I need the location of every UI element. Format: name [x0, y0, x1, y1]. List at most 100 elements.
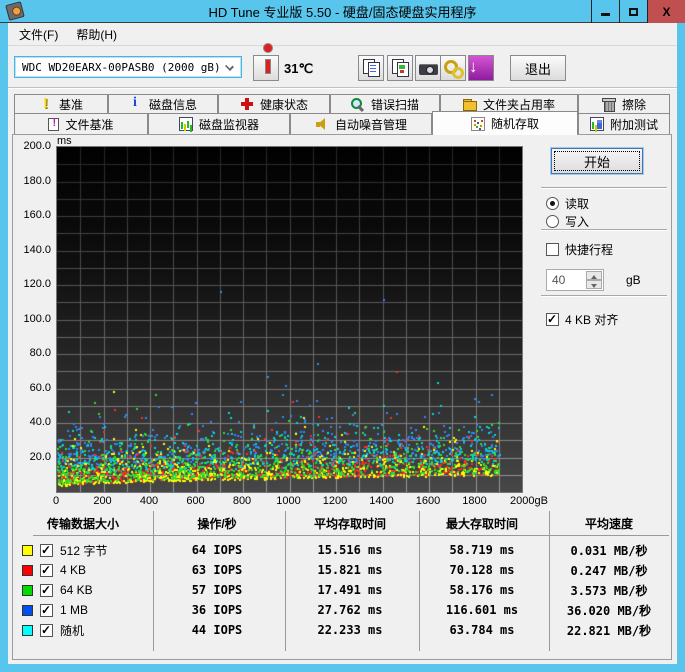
x-axis-tick-label: 600	[186, 495, 205, 507]
series-checkbox[interactable]	[40, 603, 53, 617]
menu-file[interactable]: 文件(F)	[10, 23, 67, 46]
series-color-swatch	[22, 624, 33, 636]
y-axis-tick-label: 80.0	[29, 347, 51, 359]
table-value-cell: 22.821 MB/秒	[566, 623, 652, 638]
tab-health[interactable]: 健康状态	[218, 94, 330, 114]
tab-label: 磁盘监视器	[198, 117, 259, 132]
series-checkbox[interactable]	[40, 583, 53, 597]
radio-dot-icon	[546, 197, 559, 210]
tab-random-access[interactable]: 随机存取	[432, 111, 578, 135]
drive-select-value: WDC WD20EARX-00PASB0 (2000 gB)	[22, 60, 221, 74]
maximize-button[interactable]	[619, 0, 647, 23]
folder-icon	[462, 97, 477, 111]
table-value-cell: 36.020 MB/秒	[566, 603, 652, 618]
series-label: 64 KB	[60, 583, 93, 597]
save-button[interactable]	[468, 55, 494, 81]
radio-dot-icon	[546, 215, 559, 228]
table-value-cell: 58.176 ms	[449, 583, 515, 597]
scatter-plot	[56, 146, 523, 493]
table-value-cell: 15.516 ms	[317, 543, 383, 557]
temperature-button[interactable]	[253, 55, 279, 81]
maximize-icon	[629, 7, 638, 16]
copy-text-button[interactable]	[358, 55, 384, 81]
short-stroke-size-input[interactable]: 40	[546, 269, 604, 291]
x-axis-tick-label: 1200	[322, 495, 348, 507]
y-axis-tick-label: 60.0	[29, 381, 51, 394]
short-stroke-checkbox-row: 快捷行程	[546, 241, 613, 258]
tab-row-2: 文件基准 磁盘监视器 自动噪音管理 随机存取 附加测试	[14, 111, 670, 135]
close-icon: X	[662, 4, 671, 19]
tab-aam[interactable]: 自动噪音管理	[290, 113, 432, 135]
table-row: 4 KB 63 IOPS 15.821 ms 70.128 ms 0.247 MB/秒	[15, 560, 671, 580]
x-axis-tick-label: 0	[52, 495, 60, 507]
table-row: 64 KB 57 IOPS 17.491 ms 58.176 ms 3.573 MB/秒	[15, 580, 671, 600]
align-4kb-label: 4 KB 对齐	[565, 313, 619, 327]
tab-label: 磁盘信息	[148, 97, 197, 112]
series-label: 随机	[60, 623, 85, 638]
write-radio-label: 写入	[565, 215, 590, 229]
y-axis-tick-label: 40.0	[29, 416, 51, 428]
info-icon	[129, 95, 143, 111]
table-value-cell: 116.601 ms	[445, 603, 519, 617]
tab-file-benchmark[interactable]: 文件基准	[14, 113, 148, 135]
exit-button[interactable]: 退出	[510, 55, 566, 81]
x-axis-tick-label: 1400	[369, 495, 394, 507]
random-access-page: ms 200.0 180.0 160.0 140.0 120.0 100.0 80.0 60.…	[12, 134, 672, 660]
toolbar-divider	[8, 87, 677, 89]
y-axis-tick-label: 120.0	[23, 278, 51, 290]
table-value-cell: 0.247 MB/秒	[570, 563, 648, 578]
gold-keys-button[interactable]	[440, 55, 466, 81]
disk-monitor-icon	[178, 117, 193, 131]
tab-benchmark[interactable]: 基准	[14, 94, 108, 114]
menu-help[interactable]: 帮助(H)	[67, 23, 126, 46]
table-value-cell: 63 IOPS	[191, 563, 243, 577]
short-stroke-size-value: 40	[552, 273, 566, 287]
copy-image-button[interactable]	[387, 55, 413, 81]
table-row: 1 MB 36 IOPS 27.762 ms 116.601 ms 36.020 MB/…	[15, 600, 671, 620]
hd-tune-window: HD Tune 专业版 5.50 - 硬盘/固态硬盘实用程序 X 文件(F) 帮…	[0, 0, 685, 672]
tab-disk-monitor[interactable]: 磁盘监视器	[148, 113, 290, 135]
x-axis-tick-label: 2000gB	[510, 495, 548, 507]
y-axis-tick-label: 20.0	[29, 450, 51, 463]
benchmark-icon	[39, 95, 53, 112]
file-benchmark-icon	[48, 117, 60, 131]
tab-error-scan[interactable]: 错误扫描	[330, 94, 440, 114]
start-button[interactable]: 开始	[551, 148, 643, 174]
menu-bar: 文件(F) 帮助(H)	[8, 23, 677, 46]
spin-up-button[interactable]	[586, 271, 602, 280]
spin-down-button[interactable]	[586, 280, 602, 289]
speaker-icon	[315, 117, 329, 131]
minimize-icon	[601, 13, 610, 16]
tab-label: 随机存取	[490, 117, 539, 131]
series-checkbox[interactable]	[40, 623, 53, 637]
y-axis-tick-label: 200.0	[23, 140, 51, 152]
table-row: 随机 44 IOPS 22.233 ms 63.784 ms 22.821 MB/秒	[15, 620, 671, 640]
series-checkbox[interactable]	[40, 543, 53, 557]
client-area: 文件(F) 帮助(H) WDC WD20EARX-00PASB0 (2000 g…	[8, 23, 677, 664]
table-value-cell: 0.031 MB/秒	[570, 543, 648, 558]
drive-select[interactable]: WDC WD20EARX-00PASB0 (2000 gB)	[14, 56, 242, 78]
read-radio-label: 读取	[565, 197, 590, 211]
short-stroke-label: 快捷行程	[565, 243, 614, 257]
series-checkbox[interactable]	[40, 563, 53, 577]
y-axis-tick-label: 100.0	[23, 312, 51, 325]
titlebar[interactable]: HD Tune 专业版 5.50 - 硬盘/固态硬盘实用程序 X	[0, 0, 685, 23]
table-row: 512 字节 64 IOPS 15.516 ms 58.719 ms 0.031 MB/…	[15, 540, 671, 560]
x-axis-tick-label: 800	[232, 495, 252, 507]
minimize-button[interactable]	[591, 0, 619, 23]
table-value-cell: 27.762 ms	[317, 603, 383, 617]
tab-label: 擦除	[621, 97, 646, 112]
tab-erase[interactable]: 擦除	[578, 94, 670, 114]
error-scan-icon	[350, 97, 365, 111]
write-radio[interactable]: 写入	[546, 213, 589, 230]
close-button[interactable]: X	[647, 0, 685, 23]
tab-disk-info[interactable]: 磁盘信息	[108, 94, 218, 114]
read-radio[interactable]: 读取	[546, 195, 589, 212]
short-stroke-checkbox[interactable]	[546, 243, 559, 256]
scatter-points-canvas	[57, 147, 522, 492]
align-4kb-checkbox[interactable]	[546, 313, 559, 326]
screenshot-button[interactable]	[415, 55, 441, 81]
tab-extra-tests[interactable]: 附加测试	[578, 113, 670, 135]
table-value-cell: 57 IOPS	[191, 583, 243, 597]
table-value-cell: 22.233 ms	[317, 623, 383, 637]
